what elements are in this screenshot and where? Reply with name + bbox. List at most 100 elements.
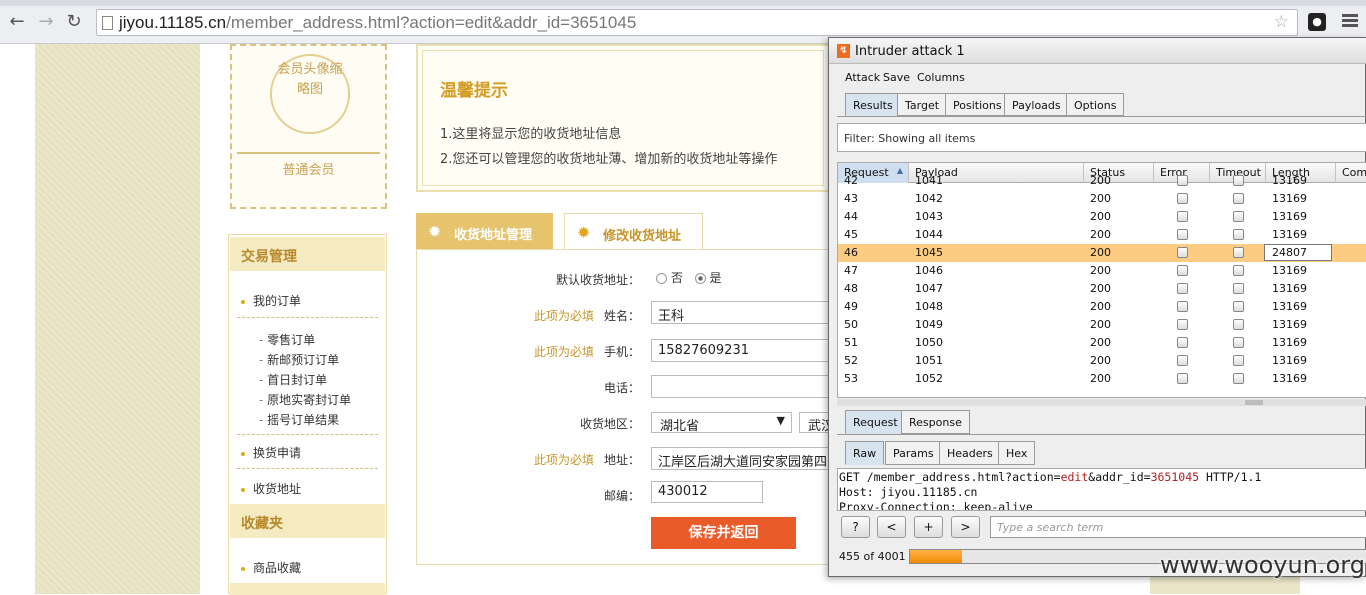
cell-length: 13169 <box>1272 336 1307 349</box>
help-button[interactable]: ? <box>841 516 870 538</box>
table-row[interactable]: 48 1047 200 13169 <box>838 280 1366 298</box>
sidebar-item-address[interactable]: 收货地址 <box>241 480 301 497</box>
tab-address-manage[interactable]: ✹ 收货地址管理 <box>416 213 553 250</box>
name-field[interactable]: 王科 <box>651 301 831 324</box>
error-checkbox <box>1177 301 1188 312</box>
search-prev-button[interactable]: < <box>877 516 906 538</box>
required-hint: 此项为必填 <box>534 309 595 323</box>
sidebar-item-my-orders[interactable]: 我的订单 <box>241 292 301 309</box>
cell-status: 200 <box>1090 174 1111 187</box>
error-checkbox <box>1177 319 1188 330</box>
raw-line-2: Host: jiyou.11185.cn <box>839 485 978 499</box>
menu-columns[interactable]: Columns <box>917 71 965 84</box>
timeout-checkbox <box>1233 247 1244 258</box>
cell-status: 200 <box>1090 336 1111 349</box>
tab-payloads[interactable]: Payloads <box>1004 93 1069 116</box>
sidebar-subitem-first-day[interactable]: 首日封订单 <box>259 371 327 388</box>
extension-icon[interactable]: ● <box>1308 13 1326 31</box>
sidebar-subitem-lottery[interactable]: 摇号订单结果 <box>259 411 339 428</box>
phone-field[interactable] <box>651 375 831 398</box>
filter-bar[interactable]: Filter: Showing all items <box>837 123 1366 152</box>
cell-payload: 1043 <box>915 210 943 223</box>
back-icon[interactable]: ← <box>7 12 27 32</box>
progress-count: 455 of 4001 <box>839 550 906 563</box>
table-row[interactable]: 42 1041 200 13169 <box>838 172 1366 190</box>
tab-params[interactable]: Params <box>885 441 942 465</box>
city-select[interactable]: 武汉 <box>799 412 830 433</box>
zip-field[interactable]: 430012 <box>651 481 763 503</box>
radio-no[interactable] <box>656 273 667 284</box>
reload-icon[interactable]: ↻ <box>64 12 84 32</box>
gear-icon: ✹ <box>428 222 442 241</box>
raw-request-view[interactable]: GET /member_address.html?action=edit&add… <box>837 468 1366 511</box>
table-row[interactable]: 50 1049 200 13169 <box>838 316 1366 334</box>
forward-icon[interactable]: → <box>36 12 56 32</box>
timeout-checkbox <box>1233 175 1244 186</box>
sidebar-subitem-retail[interactable]: 零售订单 <box>259 331 315 348</box>
tab-hex[interactable]: Hex <box>998 441 1036 465</box>
cell-request: 47 <box>844 264 858 277</box>
tab-results[interactable]: Results <box>845 93 901 116</box>
scrollbar-thumb[interactable] <box>1245 400 1263 405</box>
mobile-field[interactable]: 15827609231 <box>651 339 831 362</box>
search-input[interactable]: Type a search term <box>990 516 1366 538</box>
tab-target[interactable]: Target <box>897 93 948 116</box>
cell-request: 44 <box>844 210 858 223</box>
cell-payload: 1052 <box>915 372 943 385</box>
menu-save[interactable]: Save <box>883 71 910 84</box>
tab-label: 收货地址管理 <box>454 228 533 243</box>
intruder-window: ↯ Intruder attack 1 Attack Save Columns … <box>828 37 1366 577</box>
province-select[interactable]: 湖北省 ▼ <box>651 412 792 433</box>
browser-menu-icon[interactable] <box>1342 14 1358 28</box>
table-row[interactable]: 46 1045 200 24807 <box>838 244 1366 262</box>
table-row[interactable]: 51 1050 200 13169 <box>838 334 1366 352</box>
cell-request: 52 <box>844 354 858 367</box>
error-checkbox <box>1177 229 1188 240</box>
sidebar-item-favorites[interactable]: 商品收藏 <box>241 559 301 576</box>
address-bar[interactable]: jiyou.11185.cn/member_address.html?actio… <box>96 9 1298 36</box>
sidebar-subitem-preorder[interactable]: 新邮预订订单 <box>259 351 339 368</box>
horizontal-scrollbar[interactable] <box>837 399 1366 406</box>
menu-attack[interactable]: Attack <box>845 71 880 84</box>
search-add-button[interactable]: + <box>914 516 943 538</box>
chevron-down-icon: ▼ <box>776 414 785 427</box>
window-titlebar[interactable]: ↯ Intruder attack 1 <box>829 38 1366 64</box>
tab-strip <box>0 0 1366 6</box>
cell-status: 200 <box>1090 318 1111 331</box>
table-row[interactable]: 52 1051 200 13169 <box>838 352 1366 370</box>
tab-request[interactable]: Request <box>845 410 906 434</box>
table-row[interactable]: 43 1042 200 13169 <box>838 190 1366 208</box>
cell-payload: 1050 <box>915 336 943 349</box>
table-row[interactable]: 45 1044 200 13169 <box>838 226 1366 244</box>
tab-options[interactable]: Options <box>1066 93 1125 116</box>
tab-raw[interactable]: Raw <box>845 441 885 465</box>
tips-line-2: 2.您还可以管理您的收货地址薄、增加新的收货地址等操作 <box>440 152 778 167</box>
timeout-checkbox <box>1233 211 1244 222</box>
sidebar-subitem-local-cover[interactable]: 原地实寄封订单 <box>259 391 351 408</box>
tab-response[interactable]: Response <box>901 410 970 434</box>
radio-yes[interactable] <box>694 273 706 284</box>
sidebar-item-exchange[interactable]: 换货申请 <box>241 444 301 461</box>
table-row[interactable]: 44 1043 200 13169 <box>838 208 1366 226</box>
table-row[interactable]: 53 1052 200 13169 <box>838 370 1366 388</box>
tab-positions[interactable]: Positions <box>945 93 1010 116</box>
error-checkbox <box>1177 373 1188 384</box>
error-checkbox <box>1177 211 1188 222</box>
save-button[interactable]: 保存并返回 <box>651 517 796 549</box>
bookmark-star-icon[interactable]: ☆ <box>1274 12 1289 32</box>
tab-headers[interactable]: Headers <box>939 441 1001 465</box>
search-next-button[interactable]: > <box>951 516 980 538</box>
address-tabs: ✹ 收货地址管理 ✹ 修改收货地址 <box>416 213 830 251</box>
cell-length: 13169 <box>1272 210 1307 223</box>
results-table: Request ▲ Payload Status Error Timeout Le… <box>837 162 1366 398</box>
table-row[interactable]: 49 1048 200 13169 <box>838 298 1366 316</box>
cell-status: 200 <box>1090 372 1111 385</box>
tab-address-edit[interactable]: ✹ 修改收货地址 <box>564 213 703 251</box>
table-row[interactable]: 47 1046 200 13169 <box>838 262 1366 280</box>
member-avatar-card: 会员头像缩略图 普通会员 <box>230 44 387 209</box>
address-field[interactable]: 江岸区后湖大道同安家园第四 <box>651 447 831 470</box>
radio-no-label: 否 <box>670 271 683 285</box>
cell-request: 45 <box>844 228 858 241</box>
window-title: Intruder attack 1 <box>855 44 965 59</box>
timeout-checkbox <box>1233 265 1244 276</box>
